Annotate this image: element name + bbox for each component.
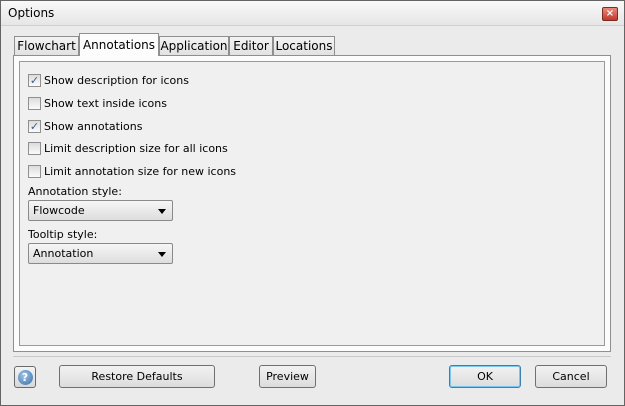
tab-label: Application: [160, 39, 228, 53]
show-description-checkbox[interactable]: ✓: [28, 74, 41, 87]
tab-annotations[interactable]: Annotations: [79, 33, 159, 56]
title-bar[interactable]: Options ×: [1, 1, 624, 26]
tab-application[interactable]: Application: [159, 36, 229, 55]
window-title: Options: [8, 6, 55, 20]
checkmark-icon: ✓: [29, 120, 40, 133]
select-value: Annotation: [33, 247, 94, 260]
ok-button[interactable]: OK: [449, 365, 521, 388]
preview-button[interactable]: Preview: [259, 365, 316, 388]
tooltip-style-select[interactable]: Annotation: [28, 243, 173, 264]
help-button[interactable]: ?: [14, 366, 36, 388]
restore-defaults-button[interactable]: Restore Defaults: [59, 365, 215, 388]
tab-editor[interactable]: Editor: [229, 36, 273, 55]
checkbox-row-show-annotations[interactable]: ✓ Show annotations: [28, 119, 142, 134]
checkbox-label: Show text inside icons: [44, 97, 167, 110]
tab-flowchart[interactable]: Flowchart: [14, 36, 79, 55]
checkbox-label: Limit annotation size for new icons: [44, 165, 237, 178]
annotation-style-select[interactable]: Flowcode: [28, 200, 173, 221]
checkbox-label: Show annotations: [44, 120, 143, 133]
cancel-button[interactable]: Cancel: [535, 365, 607, 388]
checkmark-icon: ✓: [29, 74, 40, 87]
help-icon: ?: [17, 369, 33, 385]
tab-label: Annotations: [82, 38, 156, 52]
limit-description-checkbox[interactable]: [28, 142, 41, 155]
tab-label: Flowchart: [17, 39, 76, 53]
checkbox-row-limit-description[interactable]: Limit description size for all icons: [28, 141, 228, 156]
footer-divider: [13, 356, 611, 357]
annotation-style-label: Annotation style:: [28, 185, 122, 198]
tab-label: Locations: [275, 39, 333, 53]
close-button[interactable]: ×: [602, 7, 618, 21]
select-value: Flowcode: [33, 204, 85, 217]
chevron-down-icon: [158, 209, 166, 214]
tab-label: Editor: [233, 39, 269, 53]
tooltip-style-label: Tooltip style:: [28, 228, 98, 241]
limit-annotation-checkbox[interactable]: [28, 165, 41, 178]
chevron-down-icon: [158, 252, 166, 257]
show-text-inside-checkbox[interactable]: [28, 97, 41, 110]
show-annotations-checkbox[interactable]: ✓: [28, 120, 41, 133]
checkbox-row-show-text-inside[interactable]: Show text inside icons: [28, 96, 167, 111]
checkbox-label: Limit description size for all icons: [44, 142, 228, 155]
tab-locations[interactable]: Locations: [273, 36, 335, 55]
checkbox-row-limit-annotation[interactable]: Limit annotation size for new icons: [28, 164, 236, 179]
checkbox-label: Show description for icons: [44, 74, 189, 87]
checkbox-row-show-description[interactable]: ✓ Show description for icons: [28, 73, 189, 88]
close-icon: ×: [605, 8, 615, 19]
